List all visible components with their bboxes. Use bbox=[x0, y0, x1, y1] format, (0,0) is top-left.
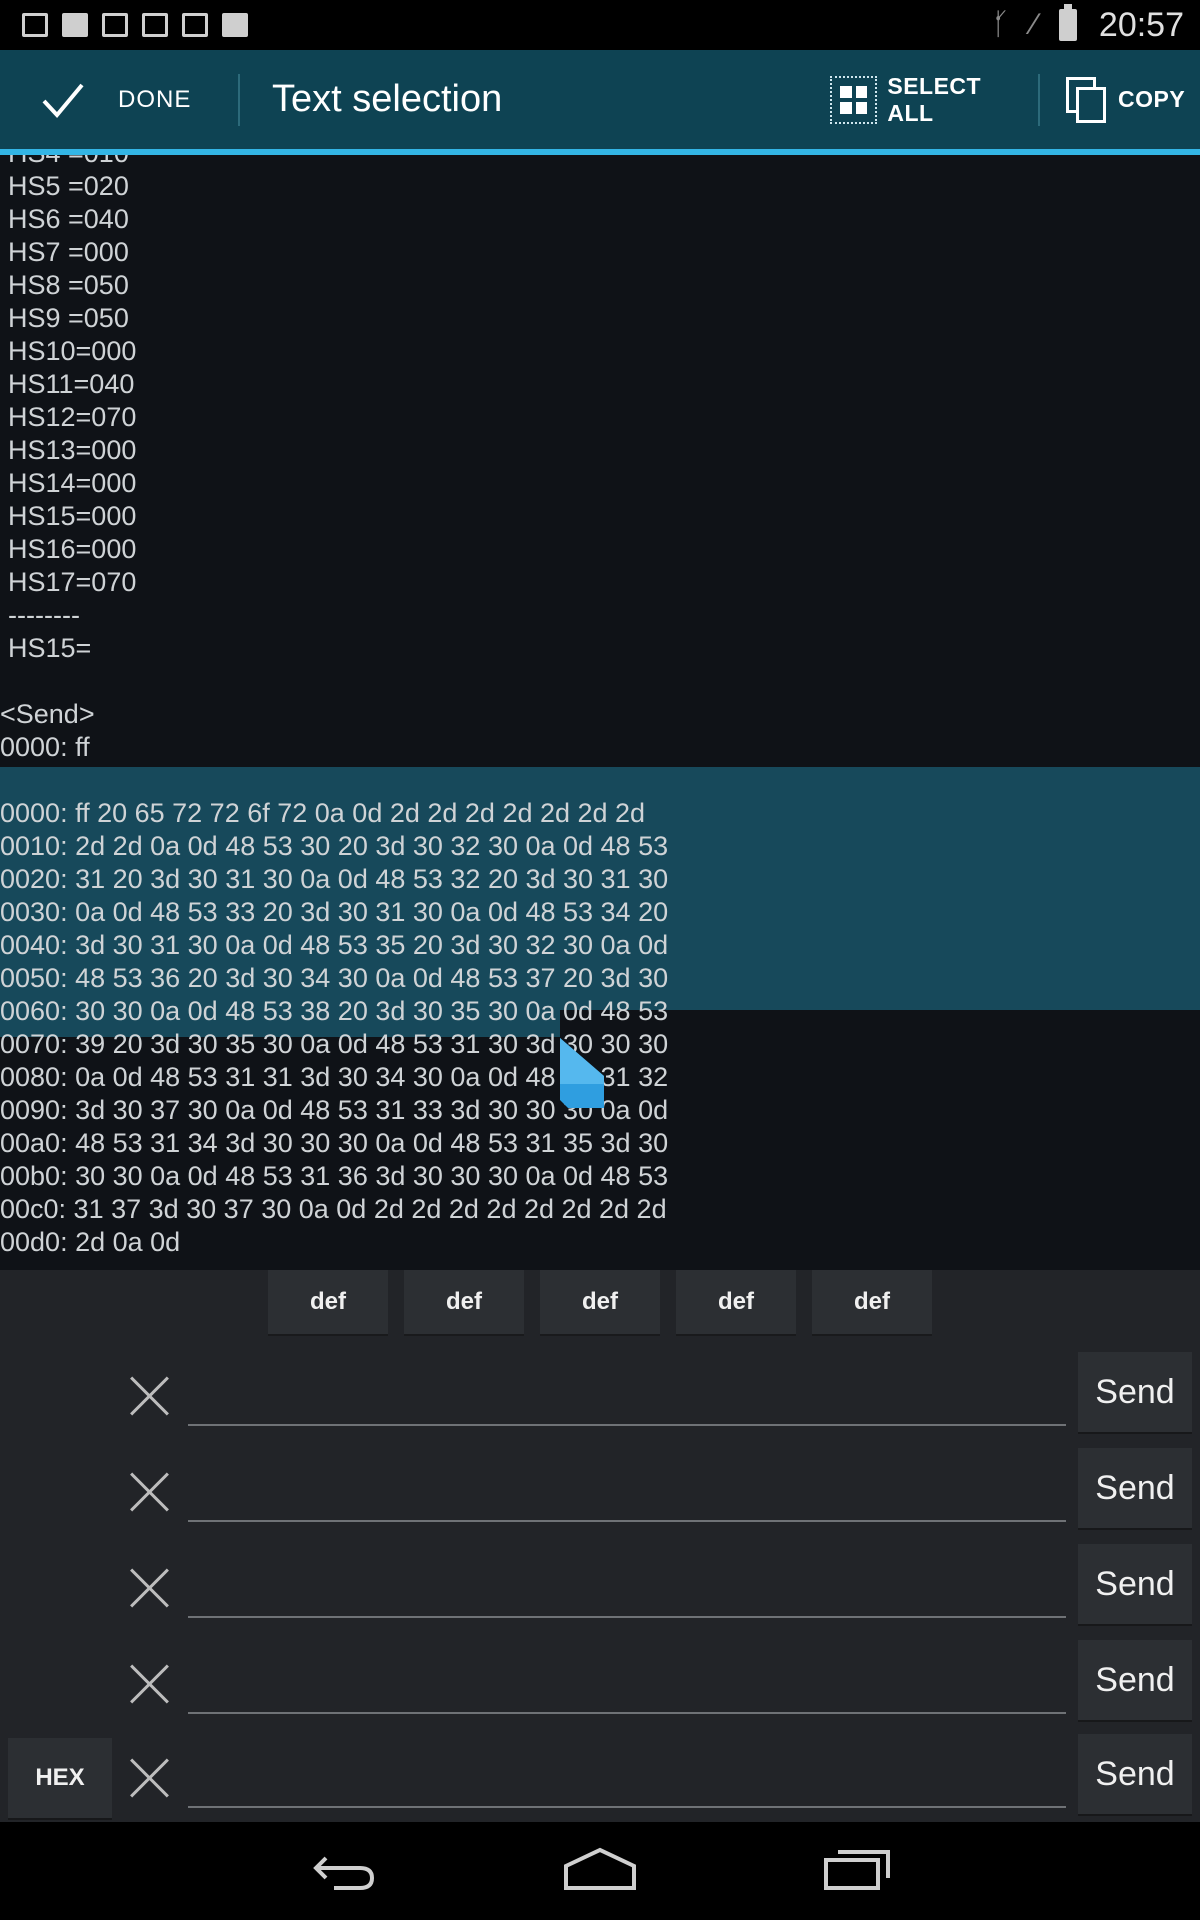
action-bar-divider bbox=[238, 74, 240, 126]
copy-icon bbox=[1066, 76, 1108, 123]
macro-button-5[interactable]: def bbox=[812, 1270, 932, 1336]
hex-line: 0050: 48 53 36 20 3d 30 34 30 0a 0d 48 5… bbox=[0, 963, 669, 993]
send-button-1[interactable]: Send bbox=[1078, 1352, 1192, 1434]
select-all-icon bbox=[830, 75, 878, 124]
navigation-bar bbox=[0, 1822, 1200, 1920]
hex-toggle-button[interactable]: HEX bbox=[8, 1738, 112, 1820]
hex-line: 00d0: 2d 0a 0d bbox=[0, 1227, 181, 1257]
system-icons: ᚶ ∕ 20:57 bbox=[992, 0, 1184, 50]
hex-line: 0020: 31 20 3d 30 31 30 0a 0d 48 53 32 2… bbox=[0, 864, 669, 894]
send-input-2[interactable] bbox=[188, 1458, 1066, 1522]
clock: 20:57 bbox=[1098, 5, 1184, 44]
status-bar: ᚶ ∕ 20:57 bbox=[0, 0, 1200, 50]
terminal-line: HS17=070 bbox=[8, 567, 137, 597]
clipboard-check-icon bbox=[142, 13, 168, 37]
terminal-line: HS14=000 bbox=[8, 468, 137, 498]
terminal-line: HS12=070 bbox=[8, 402, 137, 432]
terminal-line: HS4 =010 bbox=[0, 155, 1200, 170]
send-button-5[interactable]: Send bbox=[1078, 1734, 1192, 1816]
macro-button-2[interactable]: def bbox=[404, 1270, 524, 1336]
clear-icon[interactable] bbox=[128, 1662, 172, 1706]
terminal-line: HS16=000 bbox=[8, 534, 137, 564]
terminal-line: HS13=000 bbox=[8, 435, 137, 465]
terminal-line: HS11=040 bbox=[8, 369, 135, 399]
copy-button[interactable]: COPY bbox=[1066, 50, 1200, 149]
battery-icon bbox=[1058, 4, 1077, 41]
image-icon bbox=[22, 13, 48, 37]
clear-icon[interactable] bbox=[128, 1374, 172, 1418]
terminal-line: <Send> bbox=[0, 699, 95, 729]
send-panel: def def def def def Send Send Send Send … bbox=[0, 1270, 1200, 1822]
terminal-line: HS15= bbox=[8, 633, 92, 663]
select-all-button[interactable]: SELECT ALL bbox=[830, 50, 1030, 149]
terminal-line: HS8 =050 bbox=[8, 270, 129, 300]
clear-icon[interactable] bbox=[128, 1756, 172, 1800]
hex-line: 0030: 0a 0d 48 53 33 20 3d 30 31 30 0a 0… bbox=[0, 897, 669, 927]
clear-icon[interactable] bbox=[128, 1566, 172, 1610]
mute-icon: ∕ bbox=[1031, 8, 1037, 41]
news-icon bbox=[102, 13, 128, 37]
copy-label: COPY bbox=[1118, 86, 1186, 112]
hex-line: 00a0: 48 53 31 34 3d 30 30 30 0a 0d 48 5… bbox=[0, 1128, 669, 1158]
terminal-line: HS7 =000 bbox=[8, 237, 129, 267]
hex-line: 0060: 30 30 0a 0d 48 53 38 20 3d 30 35 3… bbox=[0, 996, 669, 1026]
selection-end-handle[interactable] bbox=[560, 1038, 604, 1108]
check-icon bbox=[42, 83, 84, 118]
send-input-4[interactable] bbox=[188, 1650, 1066, 1714]
hex-line: 0040: 3d 30 31 30 0a 0d 48 53 35 20 3d 3… bbox=[0, 930, 669, 960]
send-input-1[interactable] bbox=[188, 1362, 1066, 1426]
send-row-2: Send bbox=[0, 1448, 1200, 1544]
hex-line: 00c0: 31 37 3d 30 37 30 0a 0d 2d 2d 2d 2… bbox=[0, 1194, 667, 1224]
hex-line: 00b0: 30 30 0a 0d 48 53 31 36 3d 30 30 3… bbox=[0, 1161, 669, 1191]
macro-buttons: def def def def def bbox=[268, 1270, 932, 1336]
send-input-3[interactable] bbox=[188, 1554, 1066, 1618]
hex-line: 0000: ff 20 65 72 72 6f 72 0a 0d 2d 2d 2… bbox=[0, 798, 646, 828]
terminal-line: 0000: ff bbox=[0, 732, 90, 762]
send-button-4[interactable]: Send bbox=[1078, 1640, 1192, 1722]
send-row-5: Send bbox=[0, 1734, 1200, 1830]
done-button[interactable]: DONE bbox=[0, 50, 236, 149]
task-icon bbox=[222, 13, 248, 37]
done-label: DONE bbox=[118, 85, 192, 113]
bluetooth-icon: ᚶ bbox=[991, 8, 1010, 41]
mail-icon bbox=[62, 13, 88, 37]
hex-line: 0010: 2d 2d 0a 0d 48 53 30 20 3d 30 32 3… bbox=[0, 831, 669, 861]
terminal-line: HS15=000 bbox=[8, 501, 137, 531]
recent-apps-icon[interactable] bbox=[822, 1846, 892, 1892]
send-button-3[interactable]: Send bbox=[1078, 1544, 1192, 1626]
send-button-2[interactable]: Send bbox=[1078, 1448, 1192, 1530]
select-all-label: SELECT ALL bbox=[887, 72, 982, 126]
clear-icon[interactable] bbox=[128, 1470, 172, 1514]
terminal-line: HS6 =040 bbox=[8, 204, 129, 234]
briefcase-icon bbox=[182, 13, 208, 37]
action-bar-title: Text selection bbox=[272, 78, 503, 120]
action-bar-divider bbox=[1038, 74, 1040, 126]
back-icon[interactable] bbox=[312, 1850, 376, 1892]
send-row-4: Send bbox=[0, 1640, 1200, 1736]
send-input-5[interactable] bbox=[188, 1744, 1066, 1808]
send-row-1: Send bbox=[0, 1352, 1200, 1448]
terminal-line: -------- bbox=[8, 600, 80, 630]
macro-button-4[interactable]: def bbox=[676, 1270, 796, 1336]
notification-icons bbox=[22, 13, 248, 37]
terminal-output[interactable]: HS4 =010 HS5 =020 HS6 =040 HS7 =000 HS8 … bbox=[0, 155, 1200, 1270]
text-selection-action-bar: DONE Text selection SELECT ALL COPY bbox=[0, 50, 1200, 155]
send-row-3: Send bbox=[0, 1544, 1200, 1640]
home-icon[interactable] bbox=[562, 1846, 638, 1892]
terminal-line: HS10=000 bbox=[8, 336, 137, 366]
macro-button-1[interactable]: def bbox=[268, 1270, 388, 1336]
terminal-line: HS5 =020 bbox=[8, 171, 129, 201]
terminal-line: HS9 =050 bbox=[8, 303, 129, 333]
macro-button-3[interactable]: def bbox=[540, 1270, 660, 1336]
